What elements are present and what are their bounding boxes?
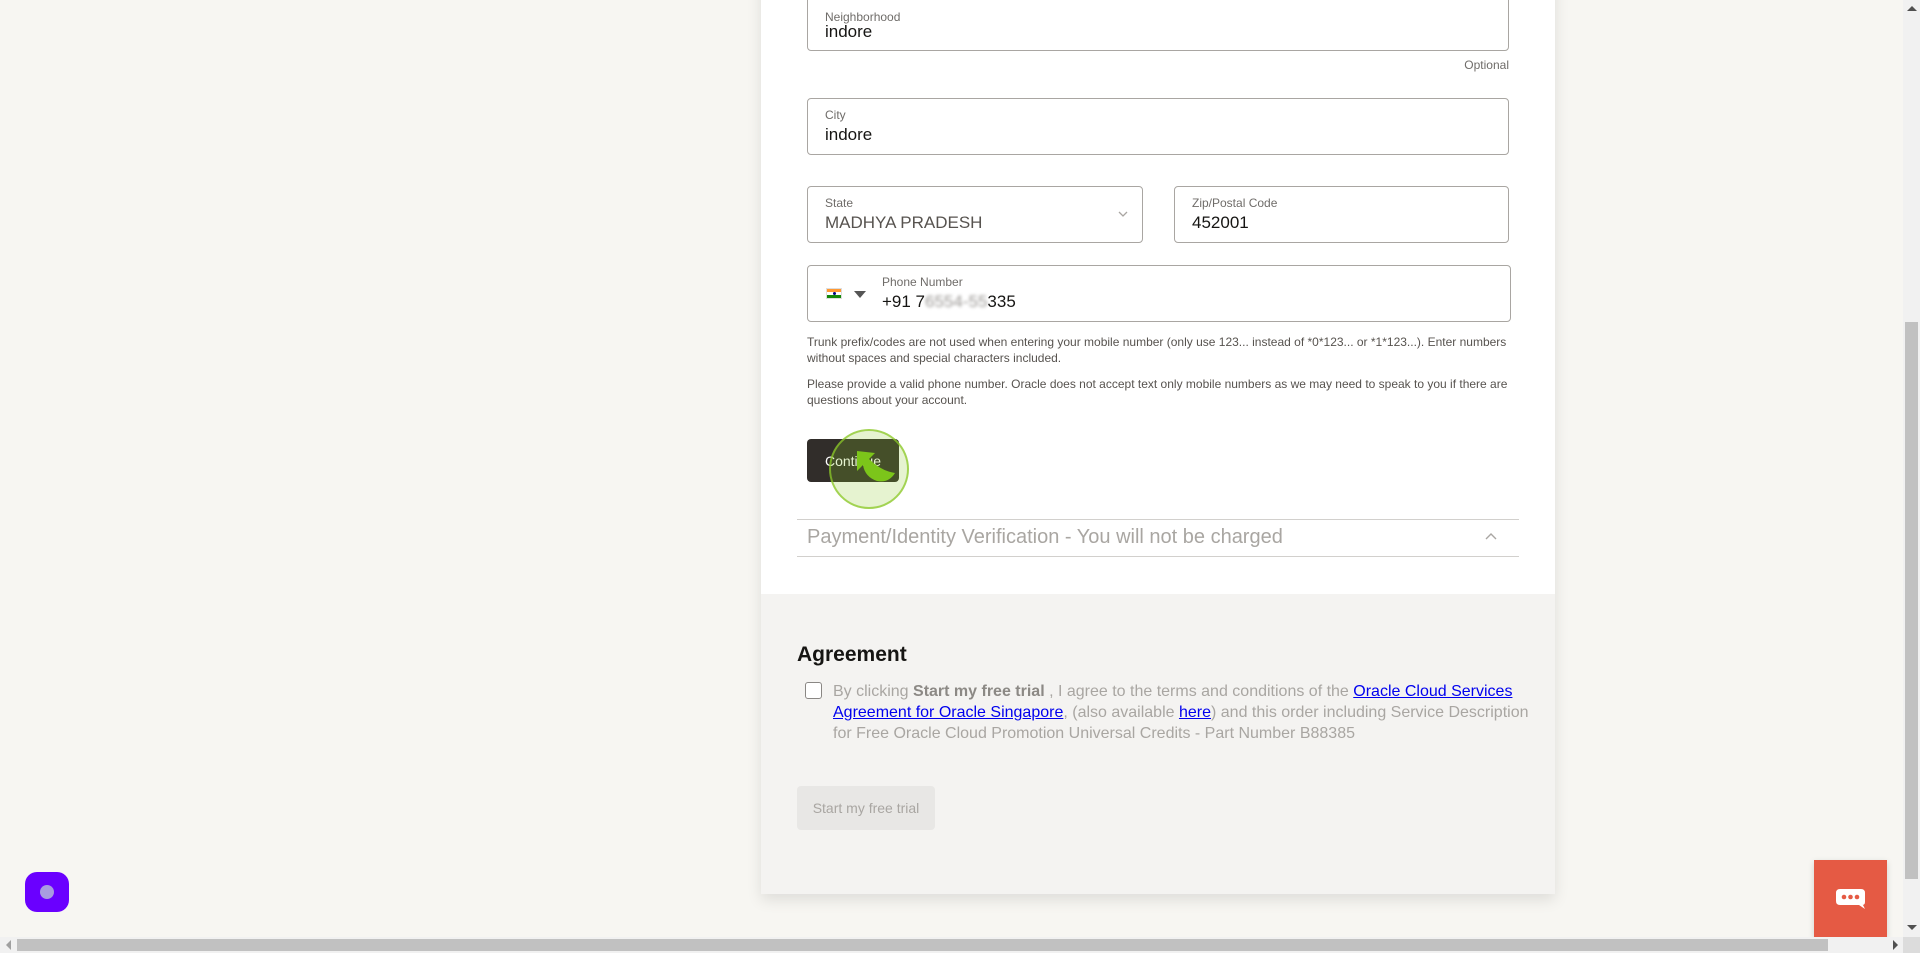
phone-field[interactable]: Phone Number +91 76554-55335 (807, 265, 1511, 322)
signup-card: Neighborhood Optional City State MADHYA … (761, 0, 1555, 894)
india-flag-icon[interactable] (826, 288, 842, 299)
phone-masked-digits: 6554-55 (925, 292, 988, 311)
start-free-trial-button[interactable]: Start my free trial (797, 786, 935, 830)
zip-label: Zip/Postal Code (1192, 196, 1278, 210)
chevron-up-icon[interactable] (1485, 532, 1497, 542)
zip-field[interactable]: Zip/Postal Code (1174, 186, 1509, 243)
scroll-right-arrow-icon[interactable] (1893, 940, 1898, 950)
agreement-here-link[interactable]: here (1179, 704, 1211, 721)
state-select[interactable]: State MADHYA PRADESH (807, 186, 1143, 243)
page-viewport: Neighborhood Optional City State MADHYA … (0, 0, 1903, 937)
zip-input[interactable] (1192, 213, 1459, 233)
payment-section-bottom-divider (797, 556, 1519, 557)
payment-section-top-divider (797, 519, 1519, 520)
payment-section-title[interactable]: Payment/Identity Verification - You will… (807, 526, 1283, 549)
chat-button[interactable] (1814, 860, 1887, 937)
assistant-widget-button[interactable] (25, 872, 69, 912)
phone-input[interactable]: +91 76554-55335 (882, 292, 1444, 312)
phone-suffix: 335 (987, 292, 1016, 311)
agreement-section (761, 594, 1555, 894)
country-dropdown-caret-icon[interactable] (854, 291, 866, 298)
state-label: State (825, 196, 854, 210)
scrollbar-corner (1903, 937, 1920, 953)
neighborhood-input[interactable] (825, 22, 1385, 42)
scroll-up-arrow-icon[interactable] (1907, 6, 1917, 11)
city-input[interactable] (825, 125, 1385, 145)
horizontal-scrollbar[interactable] (0, 937, 1903, 953)
neighborhood-field[interactable]: Neighborhood (807, 0, 1509, 51)
agreement-bold-label: Start my free trial (913, 683, 1045, 700)
phone-help-text-trunk: Trunk prefix/codes are not used when ent… (807, 335, 1507, 365)
phone-prefix: +91 7 (882, 292, 926, 311)
neighborhood-optional-hint: Optional (1464, 58, 1509, 72)
state-value: MADHYA PRADESH (825, 213, 983, 232)
horizontal-scrollbar-thumb[interactable] (17, 939, 1828, 951)
phone-label: Phone Number (882, 275, 963, 289)
agreement-heading: Agreement (797, 643, 907, 666)
vertical-scrollbar[interactable] (1903, 0, 1920, 937)
chat-bubble-icon (1836, 889, 1865, 909)
agreement-text: By clicking Start my free trial , I agre… (833, 683, 1529, 742)
vertical-scrollbar-thumb[interactable] (1905, 322, 1918, 879)
city-field[interactable]: City (807, 98, 1509, 155)
city-label: City (825, 108, 846, 122)
assistant-icon (40, 885, 54, 899)
chevron-down-icon (1118, 211, 1128, 217)
agreement-checkbox[interactable] (805, 682, 822, 699)
phone-help-text-valid: Please provide a valid phone number. Ora… (807, 377, 1508, 407)
continue-button[interactable]: Continue (807, 439, 899, 482)
scroll-left-arrow-icon[interactable] (6, 940, 11, 950)
scroll-down-arrow-icon[interactable] (1907, 925, 1917, 930)
